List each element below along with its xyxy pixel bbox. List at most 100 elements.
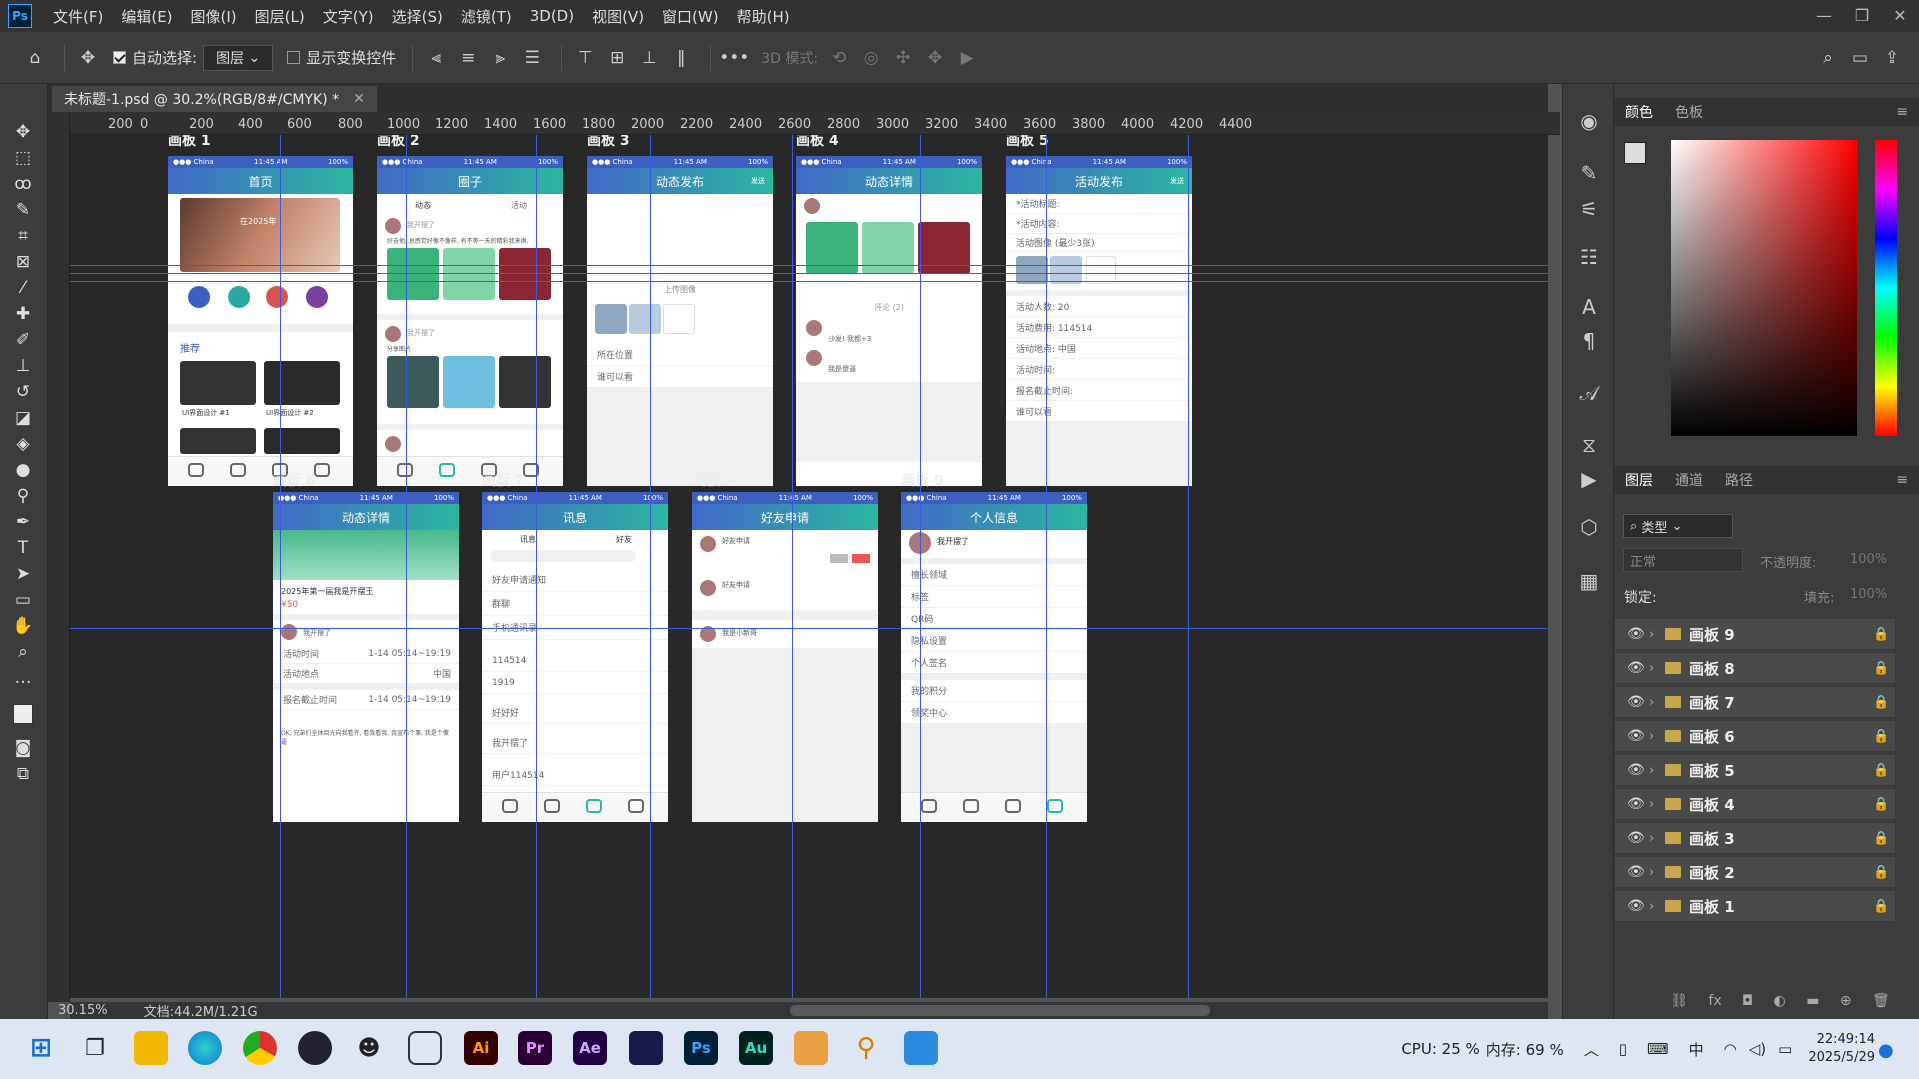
hue-slider[interactable] [1875, 140, 1897, 436]
actions-icon[interactable]: ▶ [1576, 466, 1602, 492]
restore-icon[interactable]: ❐ [1843, 0, 1881, 30]
move-tool-icon[interactable]: ✥ [10, 120, 36, 144]
eye-icon[interactable]: 👁 [1627, 830, 1649, 846]
eye-icon[interactable]: 👁 [1627, 660, 1649, 676]
chevron-right-icon[interactable]: › [1649, 899, 1665, 914]
artboard-8[interactable]: ●●● China 11:45 AM 100% 好友申请 好友申请 好友申请 我是小… [692, 492, 878, 822]
color-swatch-icon[interactable] [10, 702, 36, 726]
link-icon[interactable]: ⛓ [1670, 993, 1688, 1013]
windows-start-icon[interactable]: ⊞ [24, 1031, 58, 1065]
zoom-tool-icon[interactable]: ⌕ [10, 640, 36, 664]
align-top-icon[interactable]: ⊤ [572, 45, 598, 71]
fx-icon[interactable]: fx [1708, 993, 1721, 1013]
brush-settings-icon[interactable]: ✎ [1576, 160, 1602, 186]
menu-select[interactable]: 选择(S) [383, 6, 452, 27]
more-tools-icon[interactable]: … [10, 666, 36, 690]
adjustment-layer-icon[interactable]: ◐ [1774, 993, 1786, 1013]
clone-stamp-icon[interactable]: ⊥ [10, 354, 36, 378]
artboard-6[interactable]: ●●● China 11:45 AM 100% 动态详情 2025年第一届我是开摆王… [273, 492, 459, 822]
menu-layer[interactable]: 图层(L) [246, 6, 314, 27]
menu-view[interactable]: 视图(V) [583, 6, 653, 27]
chevron-up-icon[interactable]: ︿ [1584, 1039, 1599, 1060]
color-spectrum[interactable] [1671, 140, 1857, 436]
search-app-icon[interactable]: ⚲ [849, 1031, 883, 1065]
layer-row[interactable]: 👁 › 画板 8 🔒 [1615, 653, 1895, 684]
task-view-icon[interactable]: ❐ [78, 1031, 112, 1065]
fill-value[interactable]: 100% [1850, 587, 1887, 602]
wifi-icon[interactable]: ◠ [1724, 1040, 1737, 1058]
move-tool-icon[interactable]: ✥ [75, 45, 101, 71]
align-right-icon[interactable]: ⫸ [487, 45, 513, 71]
path-select-icon[interactable]: ➤ [10, 562, 36, 586]
canvas[interactable]: 画板 1 ●●● China 11:45 AM 100% 首页 在2025年 推荐 … [70, 135, 1548, 998]
channels-grid-icon[interactable]: ▦ [1576, 568, 1602, 594]
artboard-9[interactable]: ●●● China11:45 AM100% 个人信息 我开摆了 擅长领域 标签 … [901, 492, 1087, 822]
align-bottom-icon[interactable]: ⊥ [636, 45, 662, 71]
menu-window[interactable]: 窗口(W) [653, 6, 728, 27]
distribute-v-icon[interactable]: ‖ [668, 45, 694, 71]
menu-edit[interactable]: 编辑(E) [112, 6, 181, 27]
layer-row[interactable]: 👁 › 画板 5 🔒 [1615, 755, 1895, 786]
more-options-icon[interactable]: ••• [719, 45, 749, 71]
layer-row[interactable]: 👁 › 画板 6 🔒 [1615, 721, 1895, 752]
artboard-1[interactable]: ●●● China 11:45 AM 100% 首页 在2025年 推荐 UI界面设… [168, 156, 353, 486]
mask-icon[interactable]: ◘ [1742, 993, 1753, 1013]
dodge-tool-icon[interactable]: ⚲ [10, 484, 36, 508]
app-icon[interactable] [298, 1031, 332, 1065]
alien-app-icon[interactable]: ☻ [352, 1031, 386, 1065]
eye-icon[interactable]: 👁 [1627, 694, 1649, 710]
home-icon[interactable]: ⌂ [22, 45, 48, 71]
chevron-right-icon[interactable]: › [1649, 627, 1665, 642]
libraries-icon[interactable]: ◉ [1576, 108, 1602, 134]
3d-pan-icon[interactable]: ✣ [890, 45, 916, 71]
edge-icon[interactable] [188, 1031, 222, 1065]
search-icon[interactable]: ⌕ [1815, 45, 1841, 71]
chevron-right-icon[interactable]: › [1649, 831, 1665, 846]
power-icon[interactable]: ▭ [1778, 1040, 1792, 1058]
frame-tool-icon[interactable]: ⊠ [10, 250, 36, 274]
tab-layers[interactable]: 图层 [1614, 470, 1664, 490]
audition-icon[interactable]: Au [739, 1031, 773, 1065]
app-c-icon[interactable] [794, 1031, 828, 1065]
distribute-icon[interactable]: ☰ [519, 45, 545, 71]
healing-brush-icon[interactable]: ✚ [10, 302, 36, 326]
layer-row[interactable]: 👁 › 画板 3 🔒 [1615, 823, 1895, 854]
menu-help[interactable]: 帮助(H) [728, 6, 799, 27]
volume-icon[interactable]: ◁) [1749, 1040, 1766, 1058]
menu-type[interactable]: 文字(Y) [314, 6, 383, 27]
new-layer-icon[interactable]: ⊕ [1840, 993, 1852, 1013]
trash-icon[interactable]: 🗑 [1872, 993, 1890, 1013]
illustrator-icon[interactable]: Ai [464, 1031, 498, 1065]
chevron-right-icon[interactable]: › [1649, 661, 1665, 676]
chevron-right-icon[interactable]: › [1649, 695, 1665, 710]
history-icon[interactable]: ⧖ [1576, 432, 1602, 458]
tab-paths[interactable]: 路径 [1714, 470, 1764, 490]
marquee-tool-icon[interactable]: ⬚ [10, 146, 36, 170]
align-left-icon[interactable]: ⫷ [423, 45, 449, 71]
pen-tool-icon[interactable]: ✒ [10, 510, 36, 534]
close-tab-icon[interactable]: ✕ [353, 91, 365, 107]
tab-color[interactable]: 颜色 [1614, 102, 1664, 122]
align-middle-icon[interactable]: ⊞ [604, 45, 630, 71]
auto-select-checkbox[interactable] [113, 51, 126, 64]
lasso-tool-icon[interactable]: ꝏ [10, 172, 36, 196]
artboard-3[interactable]: ●●● China 11:45 AM 100% 动态发布 发送 上传图像 所在位置 … [587, 156, 773, 486]
document-tab[interactable]: 未标题-1.psd @ 30.2%(RGB/8#/CMYK) * ✕ [52, 86, 377, 112]
close-icon[interactable]: ✕ [1881, 0, 1919, 30]
zoom-level[interactable]: 30.15% [58, 1003, 108, 1018]
workspace-icon[interactable]: ▭ [1847, 45, 1873, 71]
eraser-icon[interactable]: ◪ [10, 406, 36, 430]
battery-icon[interactable]: ▯ [1619, 1040, 1627, 1058]
share-icon[interactable]: ⇪ [1879, 45, 1905, 71]
blend-mode-dropdown[interactable]: 正常 [1623, 548, 1743, 572]
paragraph-icon[interactable]: ¶ [1576, 328, 1602, 354]
tab-swatches[interactable]: 色板 [1664, 102, 1714, 122]
notification-icon[interactable]: ● [1878, 1040, 1894, 1061]
eyedropper-icon[interactable]: ⁄ [10, 276, 36, 300]
chevron-right-icon[interactable]: › [1649, 865, 1665, 880]
3d-rotate-icon[interactable]: ⟲ [826, 45, 852, 71]
menu-filter[interactable]: 滤镜(T) [452, 6, 521, 27]
layer-row[interactable]: 👁 › 画板 4 🔒 [1615, 789, 1895, 820]
auto-select-dropdown[interactable]: 图层 ⌄ [203, 44, 274, 71]
layer-row[interactable]: 👁 › 画板 2 🔒 [1615, 857, 1895, 888]
